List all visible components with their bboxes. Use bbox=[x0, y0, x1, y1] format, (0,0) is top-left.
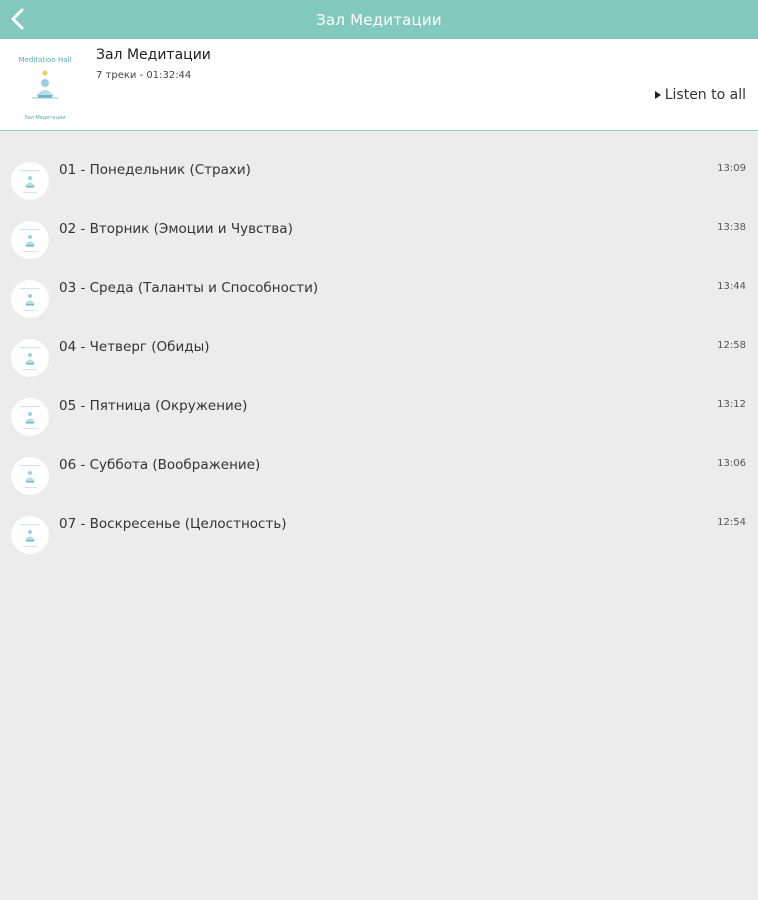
track-duration: 13:44 bbox=[717, 281, 746, 292]
track-row[interactable]: 03 - Среда (Таланты и Способности) 13:44 bbox=[0, 268, 758, 327]
track-list: 01 - Понедельник (Страхи) 13:09 02 - Вто… bbox=[0, 150, 758, 563]
listen-all-label: Listen to all bbox=[664, 87, 746, 103]
page-title: Зал Медитации bbox=[316, 10, 442, 29]
track-duration: 12:58 bbox=[717, 340, 746, 351]
album-header: Meditation Hall Зал Медитации Зал Медита… bbox=[0, 39, 758, 131]
track-duration: 13:06 bbox=[717, 458, 746, 469]
meditation-logo-icon bbox=[20, 288, 40, 311]
meditation-logo-icon: Meditation Hall Зал Медитации bbox=[19, 56, 72, 121]
track-thumbnail bbox=[11, 457, 49, 495]
track-row[interactable]: 01 - Понедельник (Страхи) 13:09 bbox=[0, 150, 758, 209]
listen-all-button[interactable]: Listen to all bbox=[654, 87, 746, 103]
svg-text:Зал Медитации: Зал Медитации bbox=[24, 115, 65, 121]
meditation-logo-icon bbox=[20, 229, 40, 252]
play-icon bbox=[654, 91, 661, 99]
track-title: 03 - Среда (Таланты и Способности) bbox=[59, 280, 319, 296]
back-button[interactable] bbox=[4, 4, 32, 34]
top-bar: Зал Медитации bbox=[0, 0, 758, 39]
track-thumbnail bbox=[11, 221, 49, 259]
track-title: 05 - Пятница (Окружение) bbox=[59, 398, 248, 414]
track-duration: 13:12 bbox=[717, 399, 746, 410]
meditation-logo-icon bbox=[20, 524, 40, 547]
track-duration: 13:38 bbox=[717, 222, 746, 233]
track-thumbnail bbox=[11, 516, 49, 554]
chevron-left-icon bbox=[11, 8, 24, 30]
track-duration: 13:09 bbox=[717, 163, 746, 174]
track-duration: 12:54 bbox=[717, 517, 746, 528]
track-title: 01 - Понедельник (Страхи) bbox=[59, 162, 251, 178]
meditation-logo-icon bbox=[20, 406, 40, 429]
track-row[interactable]: 04 - Четверг (Обиды) 12:58 bbox=[0, 327, 758, 386]
album-cover: Meditation Hall Зал Медитации bbox=[6, 46, 84, 124]
svg-text:Meditation Hall: Meditation Hall bbox=[19, 56, 72, 64]
track-title: 04 - Четверг (Обиды) bbox=[59, 339, 210, 355]
track-title: 07 - Воскресенье (Целостность) bbox=[59, 516, 287, 532]
track-title: 06 - Суббота (Воображение) bbox=[59, 457, 261, 473]
album-title: Зал Медитации bbox=[96, 47, 211, 63]
track-row[interactable]: 06 - Суббота (Воображение) 13:06 bbox=[0, 445, 758, 504]
track-thumbnail bbox=[11, 280, 49, 318]
track-row[interactable]: 05 - Пятница (Окружение) 13:12 bbox=[0, 386, 758, 445]
track-thumbnail bbox=[11, 398, 49, 436]
track-row[interactable]: 02 - Вторник (Эмоции и Чувства) 13:38 bbox=[0, 209, 758, 268]
meditation-logo-icon bbox=[20, 170, 40, 193]
track-thumbnail bbox=[11, 339, 49, 377]
meditation-logo-icon bbox=[20, 347, 40, 370]
album-meta: 7 треки - 01:32:44 bbox=[96, 70, 192, 81]
track-title: 02 - Вторник (Эмоции и Чувства) bbox=[59, 221, 293, 237]
meditation-logo-icon bbox=[20, 465, 40, 488]
track-row[interactable]: 07 - Воскресенье (Целостность) 12:54 bbox=[0, 504, 758, 563]
track-thumbnail bbox=[11, 162, 49, 200]
